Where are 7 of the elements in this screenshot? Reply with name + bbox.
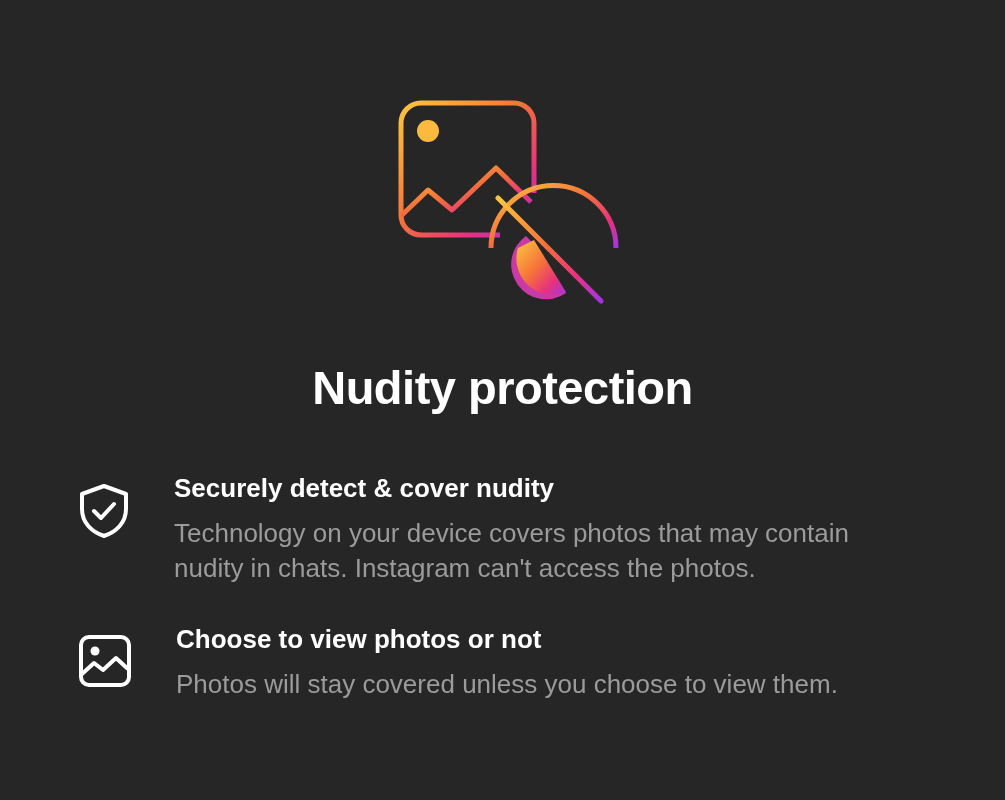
photo-icon [78,634,132,688]
shield-check-icon [78,483,130,539]
feature-heading: Securely detect & cover nudity [174,473,556,504]
feature-description: Technology on your device covers photos that may contain nudity in chats. Instagram can't access the photos. [174,517,850,585]
page-title: Nudity protection [311,360,694,415]
feature-description: Photos will stay covered unless you choose to view them. [176,668,839,701]
feature-heading: Choose to view photos or not [176,624,543,655]
